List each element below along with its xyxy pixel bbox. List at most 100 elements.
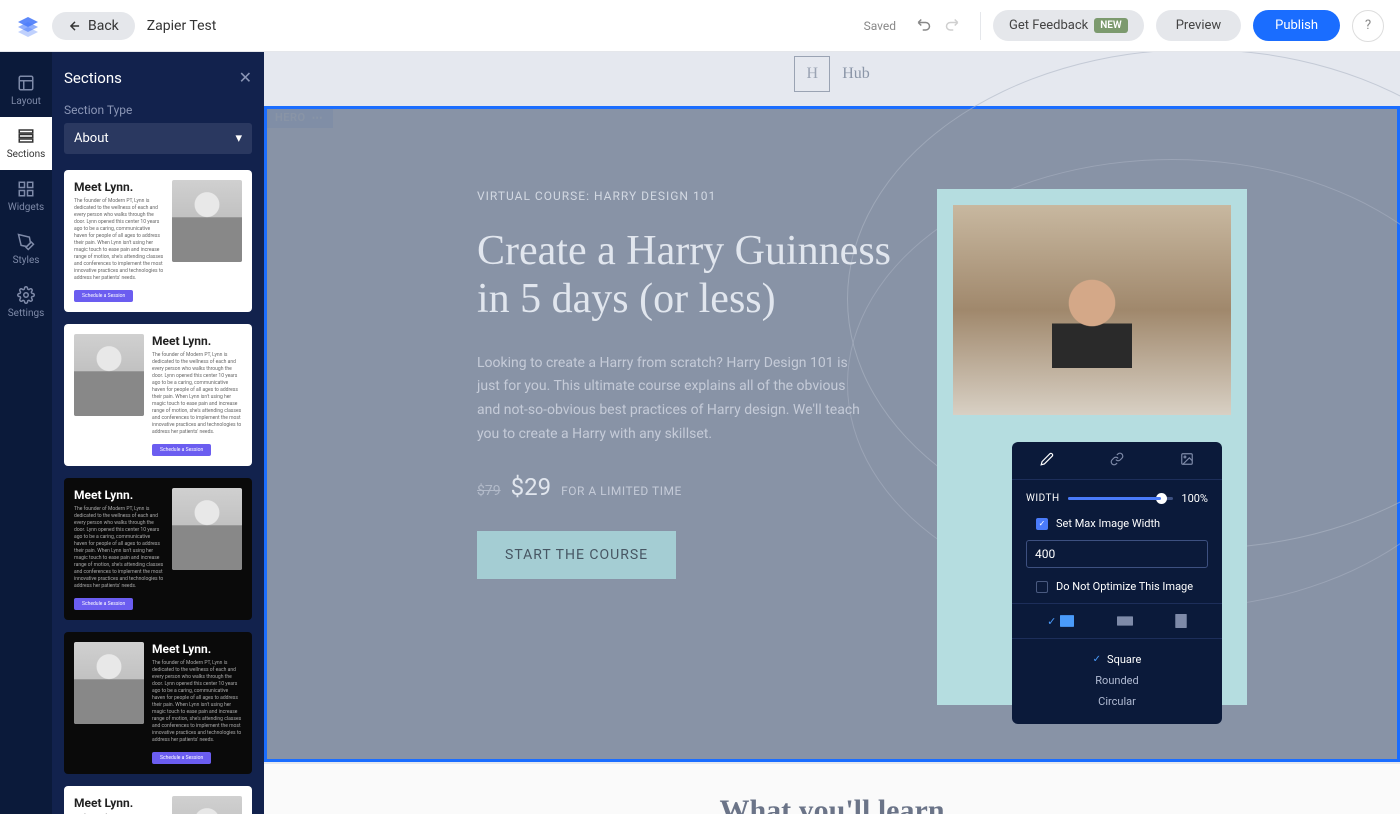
- separator: [1012, 603, 1222, 604]
- link-tab-icon[interactable]: [1110, 452, 1124, 469]
- template-card[interactable]: Meet Lynn. The founder of Modern PT, Lyn…: [64, 170, 252, 312]
- aspect-original-icon[interactable]: ✓: [1047, 615, 1074, 628]
- topbar: Back Zapier Test Saved Get Feedback NEW …: [0, 0, 1400, 52]
- shape-circular[interactable]: Circular: [1026, 691, 1208, 712]
- eyebrow[interactable]: VIRTUAL COURSE: HARRY DESIGN 101: [477, 189, 897, 203]
- hero-description[interactable]: Looking to create a Harry from scratch? …: [477, 352, 867, 447]
- widgets-icon: [17, 180, 35, 198]
- template-text: Meet Lynn. The founder of Modern PT, Lyn…: [152, 334, 242, 456]
- price-old: $79: [477, 483, 501, 499]
- preview-button[interactable]: Preview: [1156, 10, 1241, 41]
- checkbox-icon: [1036, 581, 1048, 593]
- divider: [980, 12, 981, 40]
- template-card[interactable]: Meet Lynn. The founder of Modern PT, Lyn…: [64, 786, 252, 814]
- max-width-input[interactable]: [1026, 540, 1208, 568]
- left-rail: Layout Sections Widgets Styles Settings: [0, 52, 52, 814]
- cta-button[interactable]: START THE COURSE: [477, 531, 676, 579]
- slider-thumb[interactable]: [1156, 493, 1167, 504]
- check-label: Do Not Optimize This Image: [1056, 580, 1193, 593]
- brand: H Hub: [794, 56, 870, 92]
- template-card[interactable]: Meet Lynn. The founder of Modern PT, Lyn…: [64, 324, 252, 466]
- hero-section[interactable]: HERO ⋯ VIRTUAL COURSE: HARRY DESIGN 101 …: [264, 106, 1400, 762]
- template-cta: Schedule a Session: [74, 598, 133, 610]
- back-button[interactable]: Back: [52, 12, 135, 40]
- template-thumbnail: [74, 334, 144, 416]
- aspect-wide-icon[interactable]: [1117, 616, 1133, 626]
- check-label: Set Max Image Width: [1056, 517, 1160, 530]
- feedback-label: Get Feedback: [1009, 18, 1088, 33]
- template-cta: Schedule a Session: [152, 752, 211, 764]
- topbar-right: Saved Get Feedback NEW Preview Publish ?: [864, 10, 1384, 42]
- template-title: Meet Lynn.: [74, 488, 164, 502]
- price-row[interactable]: $79 $29 FOR A LIMITED TIME: [477, 473, 897, 501]
- chevron-down-icon: ▾: [235, 131, 242, 146]
- layout-icon: [17, 74, 35, 92]
- undo-redo-group: [908, 15, 968, 37]
- hero-title[interactable]: Create a Harry Guinness in 5 days (or le…: [477, 227, 897, 324]
- toolbar-tabs: [1012, 442, 1222, 480]
- template-title: Meet Lynn.: [74, 796, 164, 810]
- template-text: Meet Lynn. The founder of Modern PT, Lyn…: [74, 488, 164, 610]
- settings-icon: [17, 286, 35, 304]
- panel-head: Sections ✕: [64, 68, 252, 87]
- edit-tab-icon[interactable]: [1040, 452, 1054, 469]
- arrow-left-icon: [68, 19, 82, 33]
- no-optimize-checkbox[interactable]: Do Not Optimize This Image: [1026, 580, 1208, 593]
- template-desc: The founder of Modern PT, Lynn is dedica…: [152, 352, 242, 436]
- brand-text: Hub: [842, 65, 870, 83]
- rail-label: Layout: [11, 96, 41, 107]
- help-button[interactable]: ?: [1352, 10, 1384, 42]
- canvas[interactable]: H Hub HERO ⋯ VIRTUAL COURSE: HARRY DESIG…: [264, 52, 1400, 814]
- rail-sections[interactable]: Sections: [0, 117, 52, 170]
- section-type-select[interactable]: About ▾: [64, 123, 252, 154]
- image-tab-icon[interactable]: [1180, 452, 1194, 469]
- template-desc: The founder of Modern PT, Lynn is dedica…: [74, 506, 164, 590]
- set-max-width-checkbox[interactable]: ✓ Set Max Image Width: [1026, 517, 1208, 530]
- width-slider[interactable]: [1068, 497, 1174, 500]
- project-title: Zapier Test: [147, 18, 217, 34]
- template-text: Meet Lynn. The founder of Modern PT, Lyn…: [74, 796, 164, 814]
- aspect-portrait-icon[interactable]: [1175, 614, 1187, 628]
- rail-label: Widgets: [8, 202, 44, 213]
- price-note: FOR A LIMITED TIME: [561, 484, 682, 498]
- template-card[interactable]: Meet Lynn. The founder of Modern PT, Lyn…: [64, 632, 252, 774]
- width-value: 100%: [1181, 492, 1208, 505]
- template-thumbnail: [172, 180, 242, 262]
- template-title: Meet Lynn.: [152, 642, 242, 656]
- redo-button[interactable]: [942, 15, 960, 37]
- sections-panel: Sections ✕ Section Type About ▾ Meet Lyn…: [52, 52, 264, 814]
- undo-button[interactable]: [916, 15, 934, 37]
- rail-widgets[interactable]: Widgets: [0, 170, 52, 223]
- rail-settings[interactable]: Settings: [0, 276, 52, 329]
- rail-layout[interactable]: Layout: [0, 64, 52, 117]
- template-cta: Schedule a Session: [74, 290, 133, 302]
- shape-rounded[interactable]: Rounded: [1026, 670, 1208, 691]
- template-thumbnail: [172, 488, 242, 570]
- separator: [1012, 638, 1222, 639]
- styles-icon: [17, 233, 35, 251]
- shape-square[interactable]: Square: [1026, 649, 1208, 670]
- template-card[interactable]: Meet Lynn. The founder of Modern PT, Lyn…: [64, 478, 252, 620]
- get-feedback-button[interactable]: Get Feedback NEW: [993, 10, 1144, 41]
- image-toolbar: WIDTH 100% ✓ Set Max Image Width Do Not …: [1012, 442, 1222, 724]
- hero-photo[interactable]: [953, 205, 1231, 415]
- shape-options: Square Rounded Circular: [1026, 649, 1208, 712]
- rail-label: Styles: [13, 255, 40, 266]
- next-section[interactable]: What you'll learn: [264, 764, 1400, 814]
- rail-label: Sections: [7, 149, 46, 160]
- main: Layout Sections Widgets Styles Settings …: [0, 52, 1400, 814]
- panel-title: Sections: [64, 69, 122, 87]
- next-section-title: What you'll learn: [264, 794, 1400, 814]
- rail-styles[interactable]: Styles: [0, 223, 52, 276]
- close-icon[interactable]: ✕: [239, 68, 252, 87]
- brand-logo: H: [794, 56, 830, 92]
- template-cta: Schedule a Session: [152, 444, 211, 456]
- hero-left: VIRTUAL COURSE: HARRY DESIGN 101 Create …: [477, 189, 897, 699]
- select-value: About: [74, 131, 109, 146]
- template-title: Meet Lynn.: [74, 180, 164, 194]
- section-type-label: Section Type: [64, 103, 252, 117]
- publish-button[interactable]: Publish: [1253, 10, 1340, 41]
- width-row: WIDTH 100%: [1026, 492, 1208, 505]
- back-label: Back: [88, 18, 119, 34]
- template-thumbnail: [74, 642, 144, 724]
